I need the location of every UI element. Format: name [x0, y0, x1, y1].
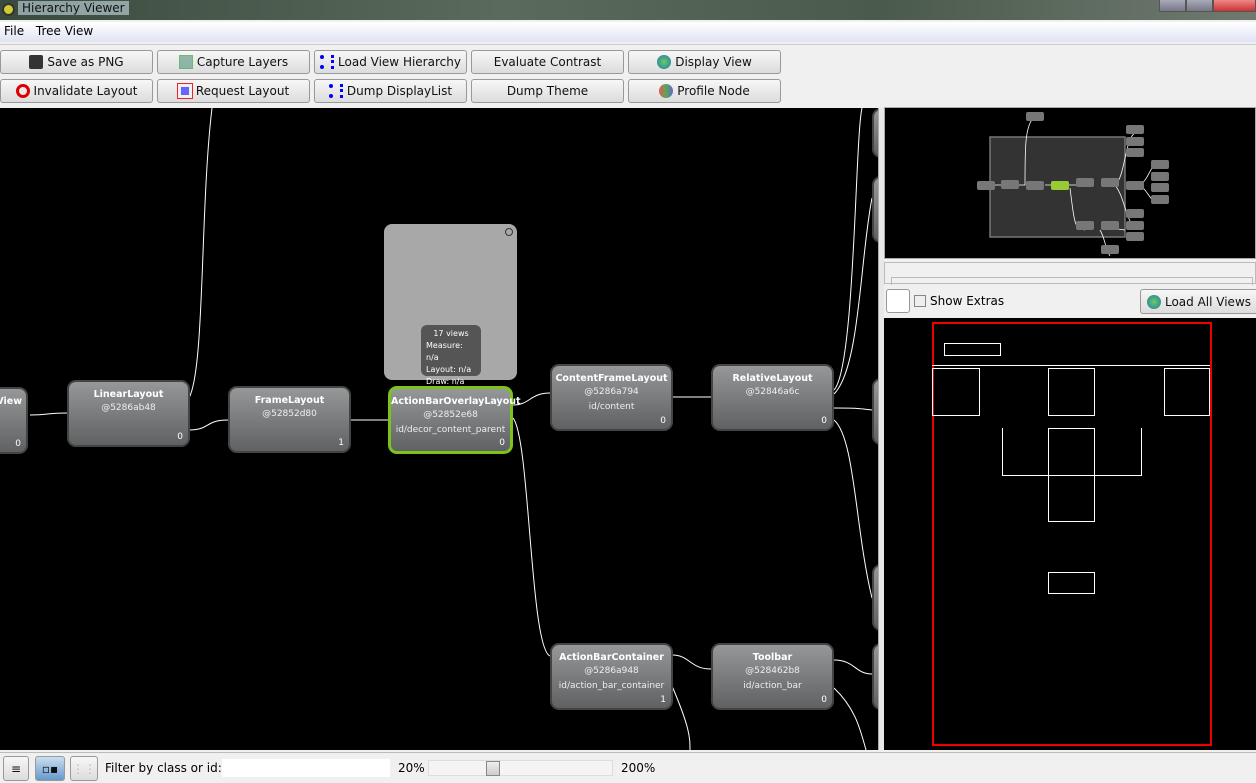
layout-rect	[1048, 572, 1095, 594]
title-bar: Hierarchy Viewer	[0, 0, 1256, 20]
zoom-slider[interactable]	[428, 760, 613, 776]
menu-file[interactable]: File	[0, 22, 28, 40]
toolbar: Save as PNG Capture Layers Load View Hie…	[0, 44, 1256, 106]
minimize-button[interactable]	[1159, 0, 1186, 12]
tree-overview[interactable]	[884, 107, 1256, 259]
save-as-png-button[interactable]: Save as PNG	[0, 50, 153, 74]
hierarchy-icon	[328, 84, 343, 98]
hierarchy-icon	[320, 55, 335, 69]
collapse-icon[interactable]	[505, 228, 513, 236]
node-tooltip: 17 views Measure: n/a Layout: n/a Draw: …	[421, 325, 481, 386]
request-layout-button[interactable]: Request Layout	[157, 79, 310, 103]
app-icon	[2, 3, 15, 16]
color-swatch[interactable]	[886, 289, 910, 313]
tree-node[interactable]: Toolbar @528462b8 id/action_bar 0	[711, 643, 834, 710]
request-layout-icon	[176, 83, 193, 99]
overview-map	[977, 112, 1169, 257]
grid-view-mode-button[interactable]: ⋮⋮	[70, 756, 98, 781]
window-title: Hierarchy Viewer	[18, 1, 129, 15]
load-all-views-button[interactable]: Load All Views	[1140, 289, 1256, 314]
status-bar: ≡ ▫▪ ⋮⋮ Filter by class or id: 20% 200%	[0, 752, 1256, 783]
layout-rect	[1048, 428, 1095, 522]
load-view-hierarchy-button[interactable]: Load View Hierarchy	[314, 50, 467, 74]
preview-toolbar: Show Extras Load All Views	[884, 287, 1256, 317]
zoom-min-label: 20%	[398, 761, 425, 775]
layout-rect	[1164, 368, 1210, 416]
invalidate-layout-button[interactable]: Invalidate Layout	[0, 79, 153, 103]
properties-panel	[884, 262, 1256, 285]
display-view-button[interactable]: Display View	[628, 50, 781, 74]
globe-icon	[657, 55, 672, 69]
zoom-max-label: 200%	[621, 761, 656, 775]
evaluate-contrast-button[interactable]: Evaluate Contrast	[471, 50, 624, 74]
filter-label: Filter by class or id:	[105, 761, 222, 775]
layout-view-mode-button[interactable]: ▫▪	[35, 756, 65, 781]
no-entry-icon	[15, 84, 30, 98]
tree-canvas[interactable]: 17 views Measure: n/a Layout: n/a Draw: …	[0, 108, 878, 750]
dump-displaylist-button[interactable]: Dump DisplayList	[314, 79, 467, 103]
layout-rect	[932, 368, 980, 416]
dump-theme-button[interactable]: Dump Theme	[471, 79, 624, 103]
show-extras-checkbox[interactable]	[914, 295, 926, 307]
show-extras-label: Show Extras	[930, 294, 1005, 308]
tree-node[interactable]: RelativeLayout @52846a6c 0	[711, 364, 834, 431]
tree-node-selected[interactable]: ActionBarOverlayLayout @52852e68 id/decor_…	[388, 386, 521, 454]
tree-node[interactable]: ContentFrameLayout @5286a794 id/content 0	[550, 364, 673, 431]
tree-view-mode-button[interactable]: ≡	[3, 756, 29, 781]
menu-tree-view[interactable]: Tree View	[32, 22, 97, 40]
layout-rect	[944, 343, 1001, 356]
profile-icon	[659, 84, 674, 98]
menu-bar: File Tree View	[0, 22, 1256, 42]
capture-layers-button[interactable]: Capture Layers	[157, 50, 310, 74]
tree-node[interactable]: View0	[0, 387, 28, 454]
zoom-slider-thumb[interactable]	[486, 761, 500, 776]
globe-icon	[1146, 294, 1161, 309]
tree-node[interactable]: FrameLayout @52852d80 1	[228, 386, 351, 453]
maximize-button[interactable]	[1186, 0, 1213, 12]
layout-rect	[1048, 368, 1095, 416]
layout-preview[interactable]	[884, 318, 1256, 750]
filter-input[interactable]	[222, 759, 390, 777]
profile-node-button[interactable]: Profile Node	[628, 79, 781, 103]
tree-node[interactable]: ActionBarContainer @5286a948 id/action_bar…	[550, 643, 673, 710]
layers-icon	[178, 55, 193, 69]
tree-node[interactable]: LinearLayout @5286ab48 0	[67, 380, 190, 447]
floppy-icon	[29, 55, 44, 69]
close-button[interactable]	[1213, 0, 1256, 12]
